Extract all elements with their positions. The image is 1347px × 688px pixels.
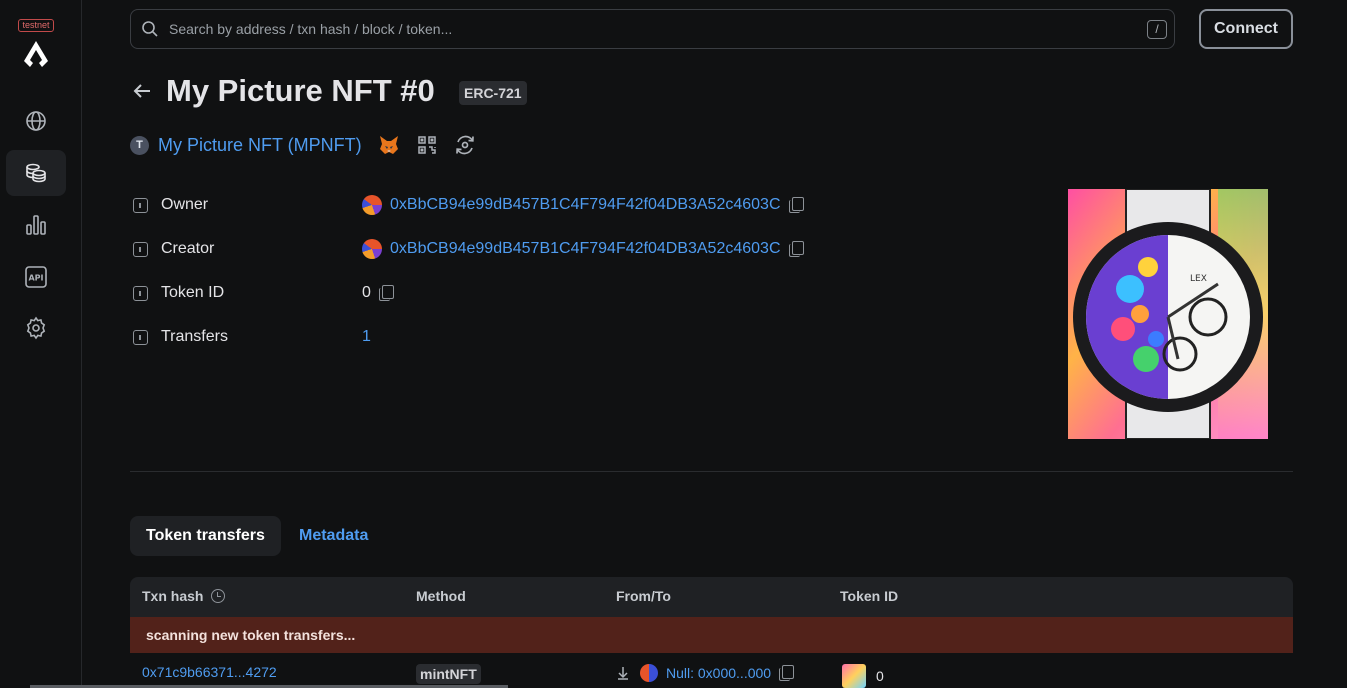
transfers-row: Transfers 1 bbox=[130, 326, 371, 348]
transfers-value: 1 bbox=[362, 328, 371, 346]
address-avatar bbox=[640, 664, 658, 682]
bar-chart-icon bbox=[26, 215, 46, 235]
column-from-to: From/To bbox=[616, 588, 671, 604]
transfers-count-link[interactable]: 1 bbox=[362, 328, 371, 346]
sidebar-item-charts[interactable] bbox=[6, 202, 66, 248]
sidebar-item-blockchain[interactable] bbox=[6, 98, 66, 144]
token-type-badge: ERC-721 bbox=[459, 81, 527, 105]
owner-address-link[interactable]: 0xBbCB94e99dB457B1C4F794F42f04DB3A52c460… bbox=[390, 196, 781, 214]
from-address-link[interactable]: Null: 0x000...000 bbox=[666, 665, 771, 681]
svg-text:API: API bbox=[28, 274, 43, 283]
owner-row: Owner 0xBbCB94e99dB457B1C4F794F42f04DB3A… bbox=[130, 194, 804, 216]
lisk-logo-icon[interactable] bbox=[23, 40, 49, 68]
collection-row: T My Picture NFT (MPNFT) bbox=[130, 134, 476, 156]
column-txn-hash-label: Txn hash bbox=[142, 588, 204, 604]
column-method: Method bbox=[416, 588, 466, 604]
owner-label: Owner bbox=[161, 196, 209, 213]
method-cell: mintNFT bbox=[416, 664, 481, 684]
metamask-fox-icon bbox=[379, 136, 398, 154]
tab-token-transfers[interactable]: Token transfers bbox=[130, 516, 281, 556]
svg-text:LEX: LEX bbox=[1190, 274, 1207, 284]
sidebar-item-api[interactable]: API bbox=[6, 254, 66, 300]
address-avatar bbox=[362, 239, 382, 259]
nft-image[interactable]: LEX bbox=[1068, 189, 1268, 439]
page-title: My Picture NFT #0 bbox=[166, 73, 435, 108]
connect-button[interactable]: Connect bbox=[1199, 9, 1293, 49]
qr-code-icon bbox=[417, 136, 436, 154]
token-transfers-table: Txn hash Method From/To Token ID scannin… bbox=[130, 577, 1293, 688]
info-icon[interactable] bbox=[133, 329, 148, 345]
info-icon[interactable] bbox=[133, 285, 148, 301]
search-icon bbox=[142, 21, 158, 37]
token-id-value: 0 bbox=[362, 284, 394, 302]
copy-icon[interactable] bbox=[788, 197, 804, 213]
qr-code-button[interactable] bbox=[416, 134, 438, 156]
token-id-label: Token ID bbox=[161, 284, 225, 301]
token-id-text: 0 bbox=[362, 284, 371, 301]
creator-row: Creator 0xBbCB94e99dB457B1C4F794F42f04DB… bbox=[130, 238, 804, 260]
refresh-icon bbox=[455, 135, 474, 155]
sidebar-item-settings[interactable] bbox=[6, 305, 66, 351]
globe-icon bbox=[26, 111, 46, 131]
collection-avatar: T bbox=[130, 135, 149, 155]
token-id-cell: 0 bbox=[842, 664, 884, 688]
scrollbar[interactable] bbox=[1339, 0, 1347, 688]
refresh-metadata-button[interactable] bbox=[454, 134, 476, 156]
sidebar-item-tokens[interactable] bbox=[6, 150, 66, 196]
creator-address-link[interactable]: 0xBbCB94e99dB457B1C4F794F42f04DB3A52c460… bbox=[390, 240, 781, 258]
copy-icon[interactable] bbox=[378, 285, 394, 301]
creator-label: Creator bbox=[161, 240, 215, 257]
address-avatar bbox=[362, 195, 382, 215]
row-token-id: 0 bbox=[876, 668, 884, 684]
copy-icon[interactable] bbox=[779, 665, 795, 681]
method-badge: mintNFT bbox=[416, 664, 481, 684]
owner-value: 0xBbCB94e99dB457B1C4F794F42f04DB3A52c460… bbox=[362, 195, 804, 215]
testnet-badge: testnet bbox=[18, 19, 54, 32]
api-icon: API bbox=[25, 266, 47, 288]
section-divider bbox=[130, 471, 1293, 472]
back-arrow-icon[interactable] bbox=[131, 80, 153, 102]
clock-icon[interactable] bbox=[211, 589, 226, 603]
arrow-down-icon bbox=[618, 667, 628, 680]
coins-icon bbox=[26, 163, 46, 183]
txn-hash-cell: 0x71c9b66371...4272 bbox=[142, 664, 277, 680]
sidebar: testnet API bbox=[0, 0, 82, 688]
tab-metadata[interactable]: Metadata bbox=[283, 516, 384, 556]
info-icon[interactable] bbox=[133, 197, 148, 213]
nft-thumbnail[interactable] bbox=[842, 664, 866, 688]
column-token-id: Token ID bbox=[840, 588, 899, 604]
search-bar[interactable]: / bbox=[130, 9, 1175, 49]
gear-icon bbox=[26, 316, 46, 340]
transfers-label: Transfers bbox=[161, 328, 228, 345]
creator-value: 0xBbCB94e99dB457B1C4F794F42f04DB3A52c460… bbox=[362, 239, 804, 259]
search-input[interactable] bbox=[169, 21, 1129, 37]
table-row: 0x71c9b66371...4272 mintNFT Null: 0x000.… bbox=[130, 653, 1293, 688]
info-icon[interactable] bbox=[133, 241, 148, 257]
table-header: Txn hash Method From/To Token ID bbox=[130, 577, 1293, 617]
txn-hash-link[interactable]: 0x71c9b66371...4272 bbox=[142, 664, 277, 680]
token-id-row: Token ID 0 bbox=[130, 282, 394, 304]
search-shortcut-key: / bbox=[1147, 20, 1167, 39]
collection-link[interactable]: My Picture NFT (MPNFT) bbox=[158, 135, 362, 156]
copy-icon[interactable] bbox=[788, 241, 804, 257]
scanning-notice: scanning new token transfers... bbox=[130, 617, 1293, 653]
metamask-button[interactable] bbox=[378, 134, 400, 156]
from-to-cell: Null: 0x000...000 bbox=[616, 664, 795, 682]
column-txn-hash: Txn hash bbox=[142, 588, 226, 604]
